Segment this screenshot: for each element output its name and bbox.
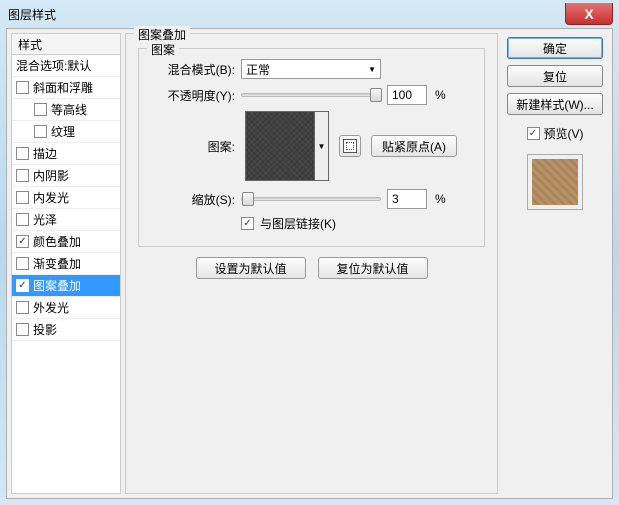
- inner-legend: 图案: [147, 41, 179, 58]
- style-label: 描边: [33, 145, 57, 162]
- style-label: 斜面和浮雕: [33, 79, 93, 96]
- style-item-10[interactable]: 图案叠加: [12, 275, 120, 297]
- style-label: 渐变叠加: [33, 255, 81, 272]
- scale-label: 缩放(S):: [147, 191, 235, 208]
- style-label: 外发光: [33, 299, 69, 316]
- titlebar: 图层样式 X: [0, 0, 619, 28]
- style-checkbox[interactable]: [34, 125, 47, 138]
- make-default-button[interactable]: 设置为默认值: [196, 257, 306, 279]
- style-label: 内发光: [33, 189, 69, 206]
- scale-slider[interactable]: [241, 197, 381, 201]
- new-preset-icon: [343, 139, 357, 153]
- styles-panel: 样式 混合选项:默认斜面和浮雕等高线纹理描边内阴影内发光光泽颜色叠加渐变叠加图案…: [11, 33, 121, 494]
- style-checkbox[interactable]: [16, 301, 29, 314]
- style-checkbox[interactable]: [16, 257, 29, 270]
- style-label: 等高线: [51, 101, 87, 118]
- style-checkbox[interactable]: [16, 235, 29, 248]
- style-checkbox[interactable]: [16, 81, 29, 94]
- dialog: 样式 混合选项:默认斜面和浮雕等高线纹理描边内阴影内发光光泽颜色叠加渐变叠加图案…: [6, 28, 613, 499]
- pattern-group: 图案 混合模式(B): 正常 ▼ 不透明度(Y): 100: [138, 48, 485, 247]
- style-item-1[interactable]: 斜面和浮雕: [12, 77, 120, 99]
- opacity-input[interactable]: 100: [387, 85, 427, 105]
- slider-thumb[interactable]: [242, 192, 254, 206]
- style-label: 内阴影: [33, 167, 69, 184]
- blend-mode-label: 混合模式(B):: [147, 61, 235, 78]
- action-panel: 确定 复位 新建样式(W)... 预览(V): [502, 33, 608, 494]
- style-item-8[interactable]: 颜色叠加: [12, 231, 120, 253]
- style-label: 混合选项:默认: [16, 57, 91, 74]
- preview-swatch: [527, 154, 583, 210]
- opacity-unit: %: [435, 88, 446, 102]
- style-item-12[interactable]: 投影: [12, 319, 120, 341]
- style-label: 图案叠加: [33, 277, 81, 294]
- style-checkbox[interactable]: [34, 103, 47, 116]
- blend-mode-value: 正常: [246, 61, 270, 78]
- scale-input[interactable]: 3: [387, 189, 427, 209]
- snap-origin-button[interactable]: 贴紧原点(A): [371, 135, 457, 157]
- blend-mode-dropdown[interactable]: 正常 ▼: [241, 59, 381, 79]
- style-checkbox[interactable]: [16, 147, 29, 160]
- pattern-swatch[interactable]: [245, 111, 315, 181]
- style-item-0[interactable]: 混合选项:默认: [12, 55, 120, 77]
- window-title: 图层样式: [8, 6, 56, 23]
- style-item-7[interactable]: 光泽: [12, 209, 120, 231]
- style-checkbox[interactable]: [16, 169, 29, 182]
- style-checkbox[interactable]: [16, 323, 29, 336]
- ok-button[interactable]: 确定: [507, 37, 603, 59]
- new-style-button[interactable]: 新建样式(W)...: [507, 93, 603, 115]
- style-item-9[interactable]: 渐变叠加: [12, 253, 120, 275]
- style-item-5[interactable]: 内阴影: [12, 165, 120, 187]
- link-layer-checkbox[interactable]: [241, 217, 254, 230]
- new-preset-button[interactable]: [339, 135, 361, 157]
- options-panel: 图案叠加 图案 混合模式(B): 正常 ▼ 不透明度(Y):: [125, 33, 498, 494]
- opacity-label: 不透明度(Y):: [147, 87, 235, 104]
- style-label: 光泽: [33, 211, 57, 228]
- style-item-4[interactable]: 描边: [12, 143, 120, 165]
- preview-checkbox[interactable]: [527, 127, 540, 140]
- reset-default-button[interactable]: 复位为默认值: [318, 257, 428, 279]
- style-label: 纹理: [51, 123, 75, 140]
- slider-thumb[interactable]: [370, 88, 382, 102]
- style-item-3[interactable]: 纹理: [12, 121, 120, 143]
- chevron-down-icon: ▼: [368, 65, 376, 74]
- style-checkbox[interactable]: [16, 191, 29, 204]
- link-layer-label: 与图层链接(K): [260, 215, 336, 232]
- styles-list: 混合选项:默认斜面和浮雕等高线纹理描边内阴影内发光光泽颜色叠加渐变叠加图案叠加外…: [11, 55, 121, 494]
- style-item-2[interactable]: 等高线: [12, 99, 120, 121]
- style-label: 颜色叠加: [33, 233, 81, 250]
- style-label: 投影: [33, 321, 57, 338]
- opacity-slider[interactable]: [241, 93, 381, 97]
- scale-unit: %: [435, 192, 446, 206]
- style-checkbox[interactable]: [16, 279, 29, 292]
- pattern-label: 图案:: [147, 138, 235, 155]
- pattern-overlay-group: 图案叠加 图案 混合模式(B): 正常 ▼ 不透明度(Y):: [125, 33, 498, 494]
- style-item-6[interactable]: 内发光: [12, 187, 120, 209]
- preview-label: 预览(V): [544, 125, 584, 142]
- close-button[interactable]: X: [565, 3, 613, 25]
- style-checkbox[interactable]: [16, 213, 29, 226]
- styles-header: 样式: [11, 33, 121, 55]
- cancel-button[interactable]: 复位: [507, 65, 603, 87]
- pattern-picker-arrow[interactable]: ▼: [315, 111, 329, 181]
- style-item-11[interactable]: 外发光: [12, 297, 120, 319]
